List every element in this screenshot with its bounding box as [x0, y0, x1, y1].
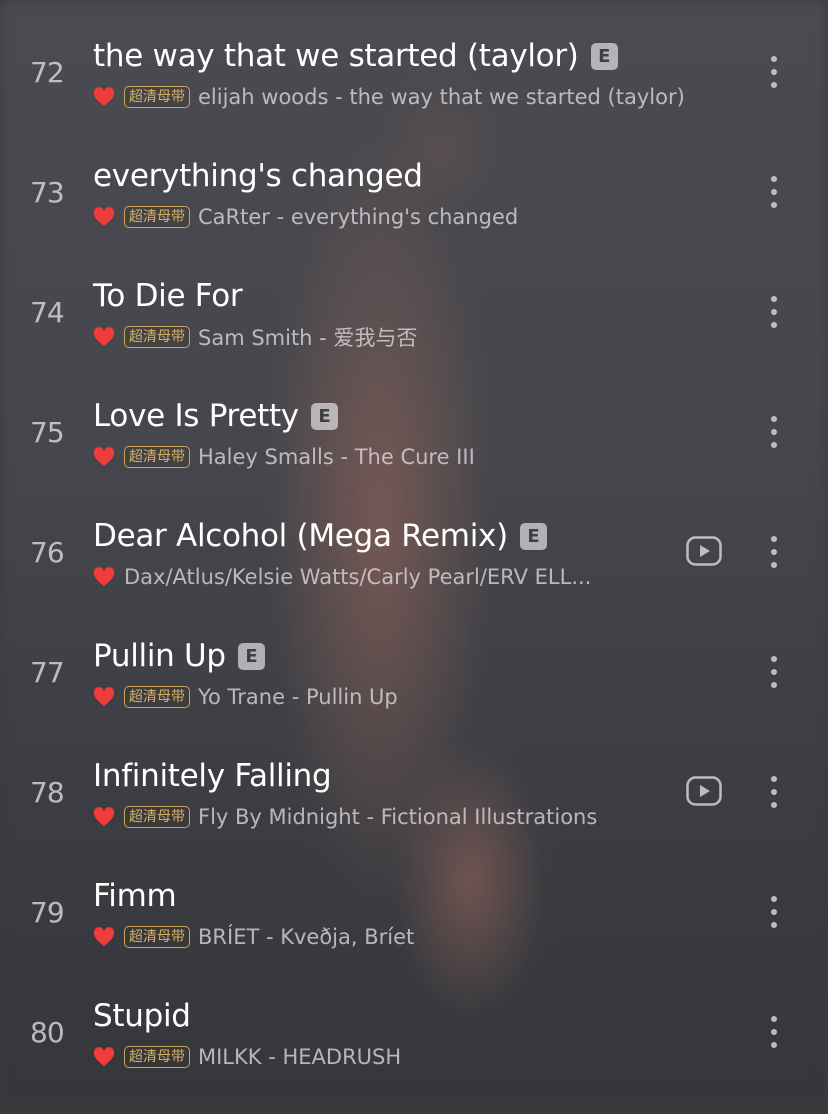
- song-title: Fimm: [93, 874, 177, 918]
- song-title: Stupid: [93, 994, 191, 1038]
- song-meta: 超清母带 Fly By Midnight - Fictional Illustr…: [93, 802, 597, 832]
- song-meta: 超清母带 CaRter - everything's changed: [93, 202, 518, 232]
- track-number: 80: [30, 1016, 65, 1049]
- explicit-badge: E: [310, 402, 338, 430]
- track-number: 79: [30, 896, 65, 929]
- quality-badge: 超清母带: [124, 326, 190, 348]
- heart-icon[interactable]: [93, 927, 115, 947]
- more-vertical-icon[interactable]: [766, 296, 782, 336]
- quality-badge: 超清母带: [124, 86, 190, 108]
- song-meta: 超清母带 Sam Smith - 爱我与否: [93, 322, 417, 352]
- song-row[interactable]: 77 Pullin Up E 超清母带 Yo Trane - Pullin Up: [0, 634, 828, 754]
- song-row[interactable]: 78 Infinitely Falling 超清母带 Fly By Midnig…: [0, 754, 828, 874]
- more-vertical-icon[interactable]: [766, 896, 782, 936]
- track-number: 75: [30, 416, 65, 449]
- more-vertical-icon[interactable]: [766, 176, 782, 216]
- heart-icon[interactable]: [93, 807, 115, 827]
- play-video-icon[interactable]: [686, 536, 722, 566]
- more-vertical-icon[interactable]: [766, 1016, 782, 1056]
- song-title: the way that we started (taylor) E: [93, 34, 618, 78]
- song-title-text: Stupid: [93, 998, 191, 1034]
- artist-album: BRÍET - Kveðja, Bríet: [198, 925, 415, 949]
- song-row[interactable]: 73 everything's changed 超清母带 CaRter - ev…: [0, 154, 828, 274]
- artist-album: Sam Smith - 爱我与否: [198, 326, 418, 350]
- track-number: 72: [30, 56, 65, 89]
- quality-badge: 超清母带: [124, 1046, 190, 1068]
- song-meta: 超清母带 Yo Trane - Pullin Up: [93, 682, 398, 712]
- song-meta: Dax/Atlus/Kelsie Watts/Carly Pearl/ERV E…: [93, 562, 591, 592]
- song-list: 72 the way that we started (taylor) E 超清…: [0, 0, 828, 1101]
- song-row[interactable]: 80 Stupid 超清母带 MILKK - HEADRUSH: [0, 994, 828, 1114]
- artist-album: Yo Trane - Pullin Up: [198, 685, 398, 709]
- track-number: 73: [30, 176, 65, 209]
- artist-album: Haley Smalls - The Cure III: [198, 445, 475, 469]
- explicit-badge: E: [590, 42, 618, 70]
- song-meta: 超清母带 BRÍET - Kveðja, Bríet: [93, 922, 414, 952]
- quality-badge: 超清母带: [124, 206, 190, 228]
- artist-album: Fly By Midnight - Fictional Illustration…: [198, 805, 598, 829]
- more-vertical-icon[interactable]: [766, 656, 782, 696]
- song-row[interactable]: 76 Dear Alcohol (Mega Remix) E Dax/Atlus…: [0, 514, 828, 634]
- play-video-icon[interactable]: [686, 776, 722, 806]
- quality-badge: 超清母带: [124, 926, 190, 948]
- explicit-badge: E: [237, 642, 265, 670]
- song-title-text: Fimm: [93, 878, 177, 914]
- song-title-text: Love Is Pretty: [93, 398, 299, 434]
- song-title-text: To Die For: [93, 278, 243, 314]
- song-title: To Die For: [93, 274, 243, 318]
- artist-album: elijah woods - the way that we started (…: [198, 85, 685, 109]
- heart-icon[interactable]: [93, 327, 115, 347]
- heart-icon[interactable]: [93, 207, 115, 227]
- song-title: Dear Alcohol (Mega Remix) E: [93, 514, 547, 558]
- track-number: 78: [30, 776, 65, 809]
- artist-album: MILKK - HEADRUSH: [198, 1045, 402, 1069]
- heart-icon[interactable]: [93, 567, 115, 587]
- song-title-text: Pullin Up: [93, 638, 226, 674]
- song-row[interactable]: 72 the way that we started (taylor) E 超清…: [0, 34, 828, 154]
- quality-badge: 超清母带: [124, 446, 190, 468]
- song-meta: 超清母带 MILKK - HEADRUSH: [93, 1042, 401, 1072]
- explicit-badge: E: [519, 522, 547, 550]
- song-title: Love Is Pretty E: [93, 394, 338, 438]
- song-title-text: the way that we started (taylor): [93, 38, 579, 74]
- more-vertical-icon[interactable]: [766, 776, 782, 816]
- song-title-text: Dear Alcohol (Mega Remix): [93, 518, 508, 554]
- quality-badge: 超清母带: [124, 806, 190, 828]
- quality-badge: 超清母带: [124, 686, 190, 708]
- heart-icon[interactable]: [93, 1047, 115, 1067]
- song-title-text: Infinitely Falling: [93, 758, 332, 794]
- song-meta: 超清母带 Haley Smalls - The Cure III: [93, 442, 475, 472]
- more-vertical-icon[interactable]: [766, 536, 782, 576]
- track-number: 77: [30, 656, 65, 689]
- track-number: 74: [30, 296, 65, 329]
- more-vertical-icon[interactable]: [766, 56, 782, 96]
- more-vertical-icon[interactable]: [766, 416, 782, 456]
- artist-album: CaRter - everything's changed: [198, 205, 519, 229]
- artist-album: Dax/Atlus/Kelsie Watts/Carly Pearl/ERV E…: [124, 565, 592, 589]
- track-number: 76: [30, 536, 65, 569]
- heart-icon[interactable]: [93, 87, 115, 107]
- song-title: everything's changed: [93, 154, 423, 198]
- heart-icon[interactable]: [93, 447, 115, 467]
- song-row[interactable]: 75 Love Is Pretty E 超清母带 Haley Smalls - …: [0, 394, 828, 514]
- song-title: Infinitely Falling: [93, 754, 332, 798]
- song-title: Pullin Up E: [93, 634, 265, 678]
- song-row[interactable]: 74 To Die For 超清母带 Sam Smith - 爱我与否: [0, 274, 828, 394]
- song-title-text: everything's changed: [93, 158, 423, 194]
- song-meta: 超清母带 elijah woods - the way that we star…: [93, 82, 685, 112]
- song-row[interactable]: 79 Fimm 超清母带 BRÍET - Kveðja, Bríet: [0, 874, 828, 994]
- heart-icon[interactable]: [93, 687, 115, 707]
